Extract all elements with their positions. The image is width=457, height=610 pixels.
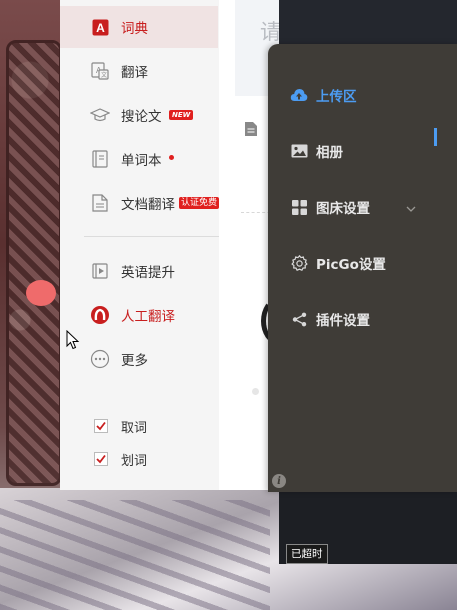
picgo-sidebar: 上传区 相册 图床设置 PicGo设置 插件设置	[268, 44, 457, 492]
notification-dot	[169, 155, 174, 160]
document-icon	[90, 193, 110, 213]
more-icon	[90, 349, 110, 369]
menu-label: 插件设置	[316, 313, 370, 329]
info-icon[interactable]: i	[272, 474, 286, 488]
nav-item-dictionary[interactable]: A 词典	[60, 6, 218, 48]
notebook-icon	[90, 149, 110, 169]
nav-item-search-papers[interactable]: 搜论文 NEW	[60, 94, 219, 136]
checkbox-pick-word[interactable]	[94, 419, 108, 433]
option-label: 取词	[121, 420, 148, 436]
svg-text:A: A	[96, 21, 105, 35]
share-icon	[290, 310, 308, 328]
picgo-menu-upload[interactable]: 上传区	[268, 75, 457, 115]
menu-label: 图床设置	[316, 201, 370, 217]
mouse-cursor-icon	[66, 329, 80, 354]
nav-label: 翻译	[121, 65, 148, 81]
nav-label: 单词本	[121, 153, 162, 169]
nav-item-more[interactable]: 更多	[60, 338, 219, 380]
cloud-upload-icon	[290, 86, 308, 104]
menu-label: 相册	[316, 145, 343, 161]
chevron-down-icon	[406, 198, 416, 217]
wallpaper-ornament	[6, 40, 62, 486]
video-play-icon	[90, 261, 110, 281]
translate-icon: A文	[90, 61, 110, 81]
nav-label: 更多	[121, 353, 148, 369]
wallpaper-detail	[26, 280, 56, 306]
picgo-menu-settings[interactable]: PicGo设置	[268, 243, 457, 283]
nav-item-human-translate[interactable]: 人工翻译	[60, 294, 219, 336]
nav-item-document-translate[interactable]: 文档翻译 认证免费	[60, 182, 220, 224]
free-badge: 认证免费	[179, 197, 220, 209]
nav-label: 人工翻译	[121, 309, 175, 325]
option-pick-word[interactable]: 取词	[60, 414, 219, 438]
dictionary-sidebar: A 词典 A文 翻译 搜论文 NEW 单词本 文档翻译 认证免费 英语	[60, 0, 254, 490]
option-select-word[interactable]: 划词	[60, 447, 219, 471]
dot-indicator	[252, 388, 259, 395]
nav-item-translate[interactable]: A文 翻译	[60, 50, 219, 92]
document-icon[interactable]	[244, 121, 258, 141]
nav-label: 英语提升	[121, 265, 175, 281]
svg-text:文: 文	[101, 71, 107, 79]
nav-label: 文档翻译	[121, 197, 175, 213]
picgo-menu-image-host-settings[interactable]: 图床设置	[268, 187, 457, 227]
nav-label: 词典	[121, 21, 148, 37]
picgo-menu-plugin-settings[interactable]: 插件设置	[268, 299, 457, 339]
picgo-menu-gallery[interactable]: 相册	[268, 131, 457, 171]
gear-icon	[290, 254, 308, 272]
nav-label: 搜论文	[121, 109, 162, 125]
menu-label: 上传区	[316, 89, 357, 105]
wallpaper-stripes	[0, 500, 270, 610]
checkbox-select-word[interactable]	[94, 452, 108, 466]
nav-item-english-improve[interactable]: 英语提升	[60, 250, 219, 292]
image-icon	[290, 142, 308, 160]
nav-item-wordbook[interactable]: 单词本	[60, 138, 219, 180]
dictionary-icon: A	[90, 17, 110, 37]
new-badge: NEW	[169, 110, 194, 120]
graduation-cap-icon	[90, 105, 110, 125]
grid-icon	[290, 198, 308, 216]
option-label: 划词	[121, 453, 148, 469]
timeout-tooltip: 已超时	[286, 544, 328, 564]
menu-label: PicGo设置	[316, 257, 386, 273]
human-translate-icon	[90, 305, 110, 325]
